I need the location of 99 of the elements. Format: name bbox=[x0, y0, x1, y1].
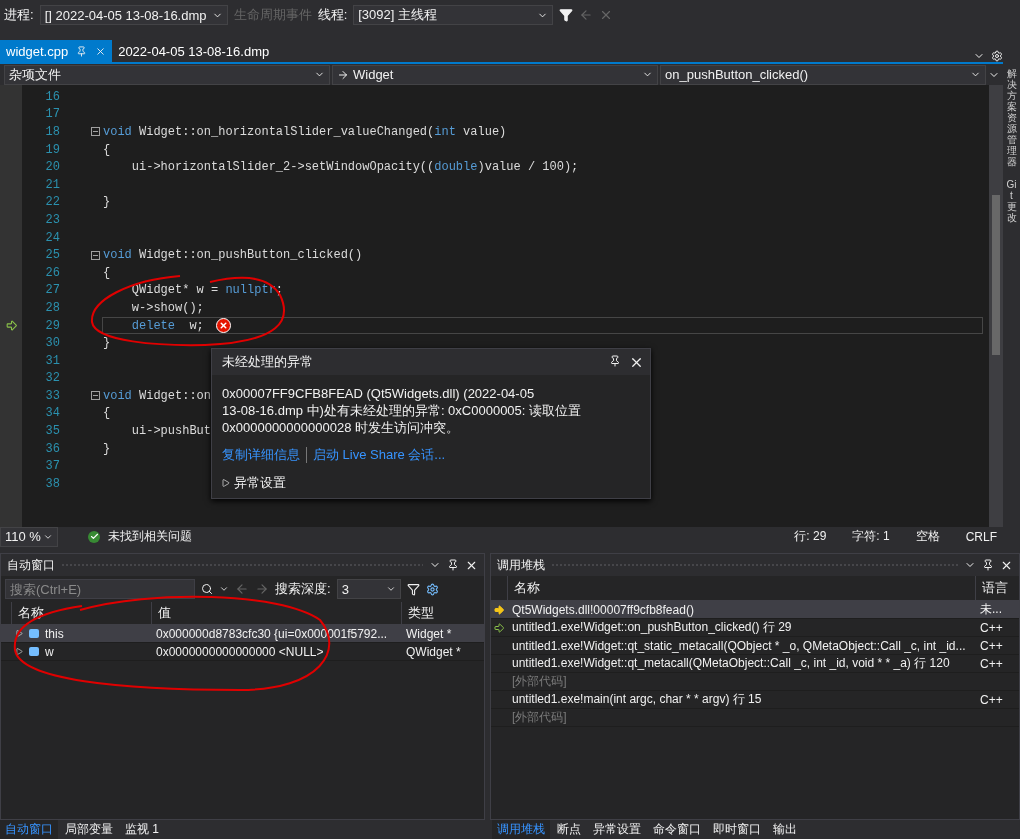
process-dropdown[interactable]: [] 2022-04-05 13-08-16.dmp bbox=[39, 5, 228, 25]
frame-name: [外部代码] bbox=[512, 709, 567, 726]
frame-name: untitled1.exe!main(int argc, char * * argv) 行 15 bbox=[512, 691, 762, 708]
exception-settings-link[interactable]: 异常设置 bbox=[234, 474, 286, 492]
line-number: 30 bbox=[44, 336, 60, 351]
panel-tab[interactable]: 调用堆栈 bbox=[492, 820, 550, 839]
frame-language: 未... bbox=[980, 601, 1002, 618]
stack-frame-row[interactable]: untitled1.exe!Widget::on_pushButton_clicked() 行 29 C++ bbox=[491, 619, 1019, 637]
column-header[interactable]: 名称 bbox=[507, 576, 975, 600]
line-number: 20 bbox=[44, 160, 60, 175]
panel-title: 调用堆栈 bbox=[497, 556, 545, 574]
panel-title: 自动窗口 bbox=[7, 556, 55, 574]
stack-frame-row[interactable]: untitled1.exe!Widget::qt_metacall(QMetaObject::Call _c, int _id, void * * _a) 行 120 C++ bbox=[491, 655, 1019, 673]
line-number: 36 bbox=[44, 441, 60, 456]
variable-name: w bbox=[45, 644, 54, 659]
line-number: 21 bbox=[44, 177, 60, 192]
variable-type: Widget * bbox=[406, 626, 452, 641]
frame-name: untitled1.exe!Widget::on_pushButton_clicked() 行 29 bbox=[512, 619, 792, 636]
process-label: 进程: bbox=[4, 6, 34, 24]
depth-dropdown[interactable]: 3 bbox=[336, 579, 401, 599]
line-number: 24 bbox=[44, 230, 60, 245]
side-tab[interactable]: Git 更改 bbox=[1006, 179, 1017, 223]
scope-dropdown[interactable]: Widget bbox=[332, 64, 658, 85]
line-number: 35 bbox=[44, 424, 60, 439]
line-number: 33 bbox=[44, 388, 60, 403]
member-dropdown[interactable]: on_pushButton_clicked() bbox=[660, 64, 986, 85]
line-indicator: 行: 29 bbox=[794, 528, 827, 545]
panel-tab[interactable]: 监视 1 bbox=[120, 820, 164, 839]
line-number: 17 bbox=[44, 107, 60, 122]
line-number: 34 bbox=[44, 406, 60, 421]
line-number: 22 bbox=[44, 195, 60, 210]
panel-tab[interactable]: 命令窗口 bbox=[648, 820, 706, 839]
code-line: } bbox=[103, 195, 111, 210]
frame-language: C++ bbox=[980, 620, 1003, 635]
line-number: 32 bbox=[44, 371, 60, 386]
panel-tab[interactable]: 断点 bbox=[552, 820, 586, 839]
column-header[interactable]: 语言 bbox=[975, 576, 1019, 600]
line-number: 16 bbox=[44, 89, 60, 104]
stack-frame-row[interactable]: [外部代码] bbox=[491, 709, 1019, 727]
exception-message: 0x00007FF9CFB8FEAD (Qt5Widgets.dll) (2022-04-05 13-08-16.dmp 中)处有未经处理的异常: 0xC0000005: 读取位置 0x0000000000000028 时发生访问冲突。 bbox=[222, 385, 583, 436]
frame-name: untitled1.exe!Widget::qt_static_metacall(QObject * _o, QMetaObject::Call _c, int _id... bbox=[512, 638, 966, 653]
code-line: w->show(); bbox=[130, 300, 204, 315]
line-number: 23 bbox=[44, 212, 60, 227]
thread-label: 线程: bbox=[317, 6, 348, 24]
column-header[interactable]: 值 bbox=[151, 602, 401, 624]
line-number: 19 bbox=[44, 142, 60, 157]
char-indicator: 字符: 1 bbox=[852, 528, 890, 545]
code-line: void Widget::on_pushButton_clicked() bbox=[103, 248, 363, 263]
frame-name: untitled1.exe!Widget::qt_metacall(QMetaObject::Call _c, int _id, void * * _a) 行 120 bbox=[512, 655, 950, 672]
code-line: void Widget::on_horizontalSlider_valueChanged(int value) bbox=[103, 125, 507, 139]
line-number: 31 bbox=[44, 353, 60, 368]
code-line: { bbox=[103, 265, 111, 280]
code-line: } bbox=[103, 336, 111, 351]
code-line: delete w; bbox=[130, 318, 204, 333]
stack-frame-row[interactable]: untitled1.exe!main(int argc, char * * argv) 行 15 C++ bbox=[491, 691, 1019, 709]
thread-dropdown[interactable]: [3092] 主线程 bbox=[353, 5, 554, 25]
code-line: { bbox=[103, 142, 111, 157]
line-number: 28 bbox=[44, 300, 60, 315]
line-number: 26 bbox=[44, 265, 60, 280]
code-line: { bbox=[103, 406, 111, 421]
code-line: void Widget::on bbox=[103, 388, 212, 403]
project-dropdown[interactable]: 杂项文件 bbox=[4, 64, 330, 85]
zoom-dropdown[interactable]: 110 % bbox=[0, 526, 58, 547]
line-number: 25 bbox=[44, 248, 60, 263]
panel-tab[interactable]: 局部变量 bbox=[60, 820, 118, 839]
line-ending-indicator: CRLF bbox=[965, 529, 997, 544]
line-number: 18 bbox=[44, 125, 60, 139]
variable-value: 0x0000000000000000 <NULL> bbox=[156, 644, 324, 659]
panel-tab[interactable]: 异常设置 bbox=[588, 820, 646, 839]
panel-tab[interactable]: 自动窗口 bbox=[0, 820, 58, 839]
frame-name: Qt5Widgets.dll!00007ff9cfb8fead() bbox=[512, 602, 694, 617]
code-line: ui->pushBut bbox=[130, 424, 212, 439]
code-line: ui->horizontalSlider_2->setWindowOpacity((double)value / 100); bbox=[130, 160, 579, 175]
depth-label: 搜索深度: bbox=[275, 580, 331, 598]
side-tab[interactable]: 解决方案资源管理器 bbox=[1006, 68, 1017, 167]
stack-frame-row[interactable]: [外部代码] bbox=[491, 673, 1019, 691]
frame-language: C++ bbox=[980, 692, 1003, 707]
popup-title: 未经处理的异常 bbox=[222, 353, 313, 371]
column-header[interactable]: 名称 bbox=[11, 602, 151, 624]
variable-type: QWidget * bbox=[406, 644, 461, 659]
popup-link[interactable]: 复制详细信息 bbox=[222, 446, 300, 464]
panel-tab[interactable]: 即时窗口 bbox=[708, 820, 766, 839]
search-field[interactable]: 搜索(Ctrl+E) bbox=[5, 579, 195, 599]
line-number: 37 bbox=[44, 459, 60, 474]
line-number: 27 bbox=[44, 283, 60, 298]
frame-name: [外部代码] bbox=[512, 673, 567, 690]
issues-status[interactable]: 未找到相关问题 bbox=[108, 528, 192, 545]
indent-indicator: 空格 bbox=[915, 528, 940, 545]
popup-link[interactable]: 启动 Live Share 会话... bbox=[313, 446, 446, 464]
variable-name: this bbox=[45, 626, 64, 641]
frame-language: C++ bbox=[980, 638, 1003, 653]
line-number: 29 bbox=[44, 318, 60, 333]
code-line: } bbox=[103, 441, 111, 456]
panel-tab[interactable]: 输出 bbox=[768, 820, 802, 839]
frame-language: C++ bbox=[980, 656, 1003, 671]
line-number: 38 bbox=[44, 476, 60, 491]
column-header[interactable]: 类型 bbox=[401, 602, 484, 624]
stack-frame-row[interactable]: Qt5Widgets.dll!00007ff9cfb8fead() 未... bbox=[491, 601, 1019, 619]
document-tab[interactable]: 2022-04-05 13-08-16.dmp bbox=[112, 40, 276, 62]
